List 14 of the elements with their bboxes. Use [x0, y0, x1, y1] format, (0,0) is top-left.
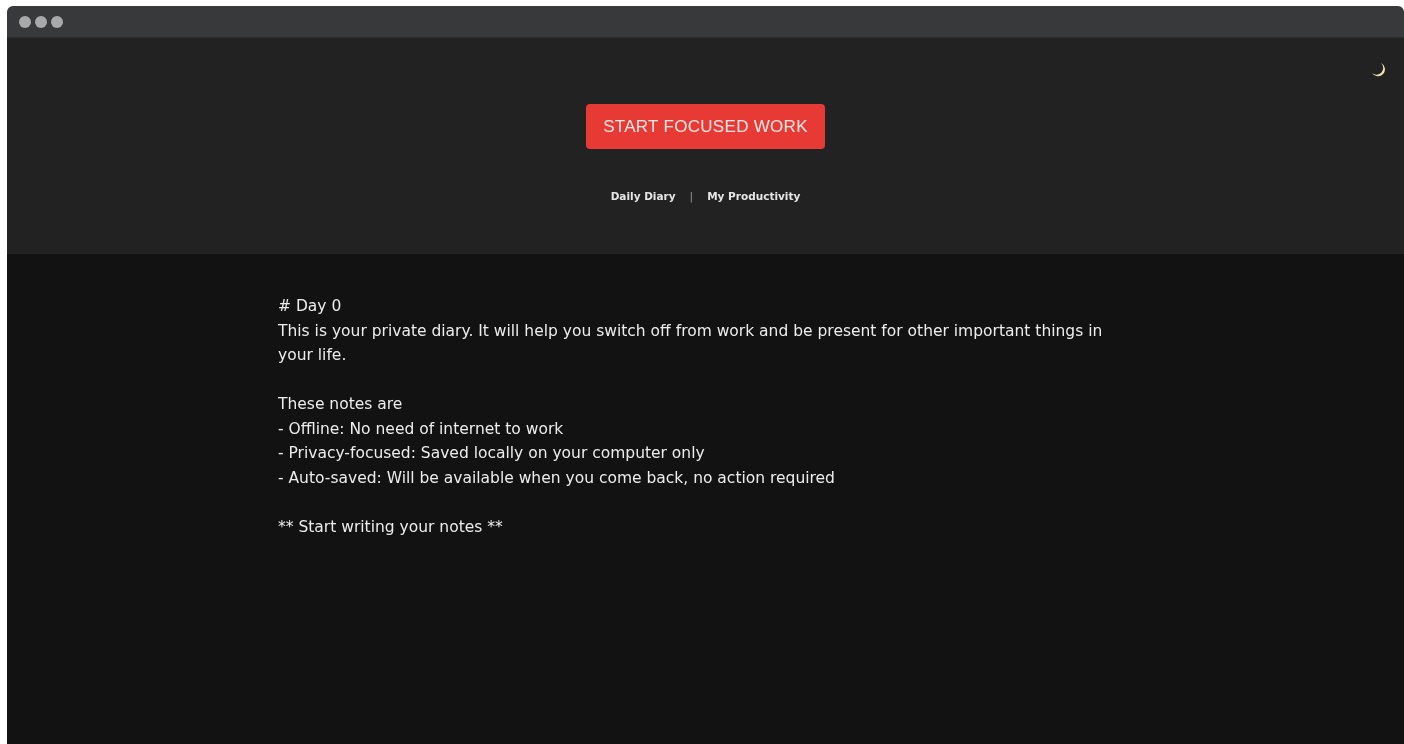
nav-link[interactable]: Daily Diary: [610, 190, 676, 202]
window-control-icon[interactable]: [51, 15, 63, 28]
moon-icon[interactable]: [1371, 62, 1387, 78]
note-text: # Day 0: [278, 296, 343, 317]
window-control-icon[interactable]: [35, 15, 47, 28]
nav-link[interactable]: My Productivity: [707, 190, 801, 202]
note-text: These notes are: [278, 394, 404, 415]
note-text: - Auto-saved: Will be available when you come back, no action required: [278, 467, 836, 489]
note-text: - Offline: No need of internet to work: [278, 418, 565, 440]
note-text: This is your private diary. It will help you switch off from work and be present for other important things in your life.: [278, 320, 1104, 366]
note-text: - Privacy-focused: Saved locally on your computer only: [278, 443, 706, 464]
window-control-icon[interactable]: [19, 15, 31, 28]
note-text: ** Start writing your notes **: [278, 516, 504, 538]
nav-separator: |: [689, 190, 694, 202]
